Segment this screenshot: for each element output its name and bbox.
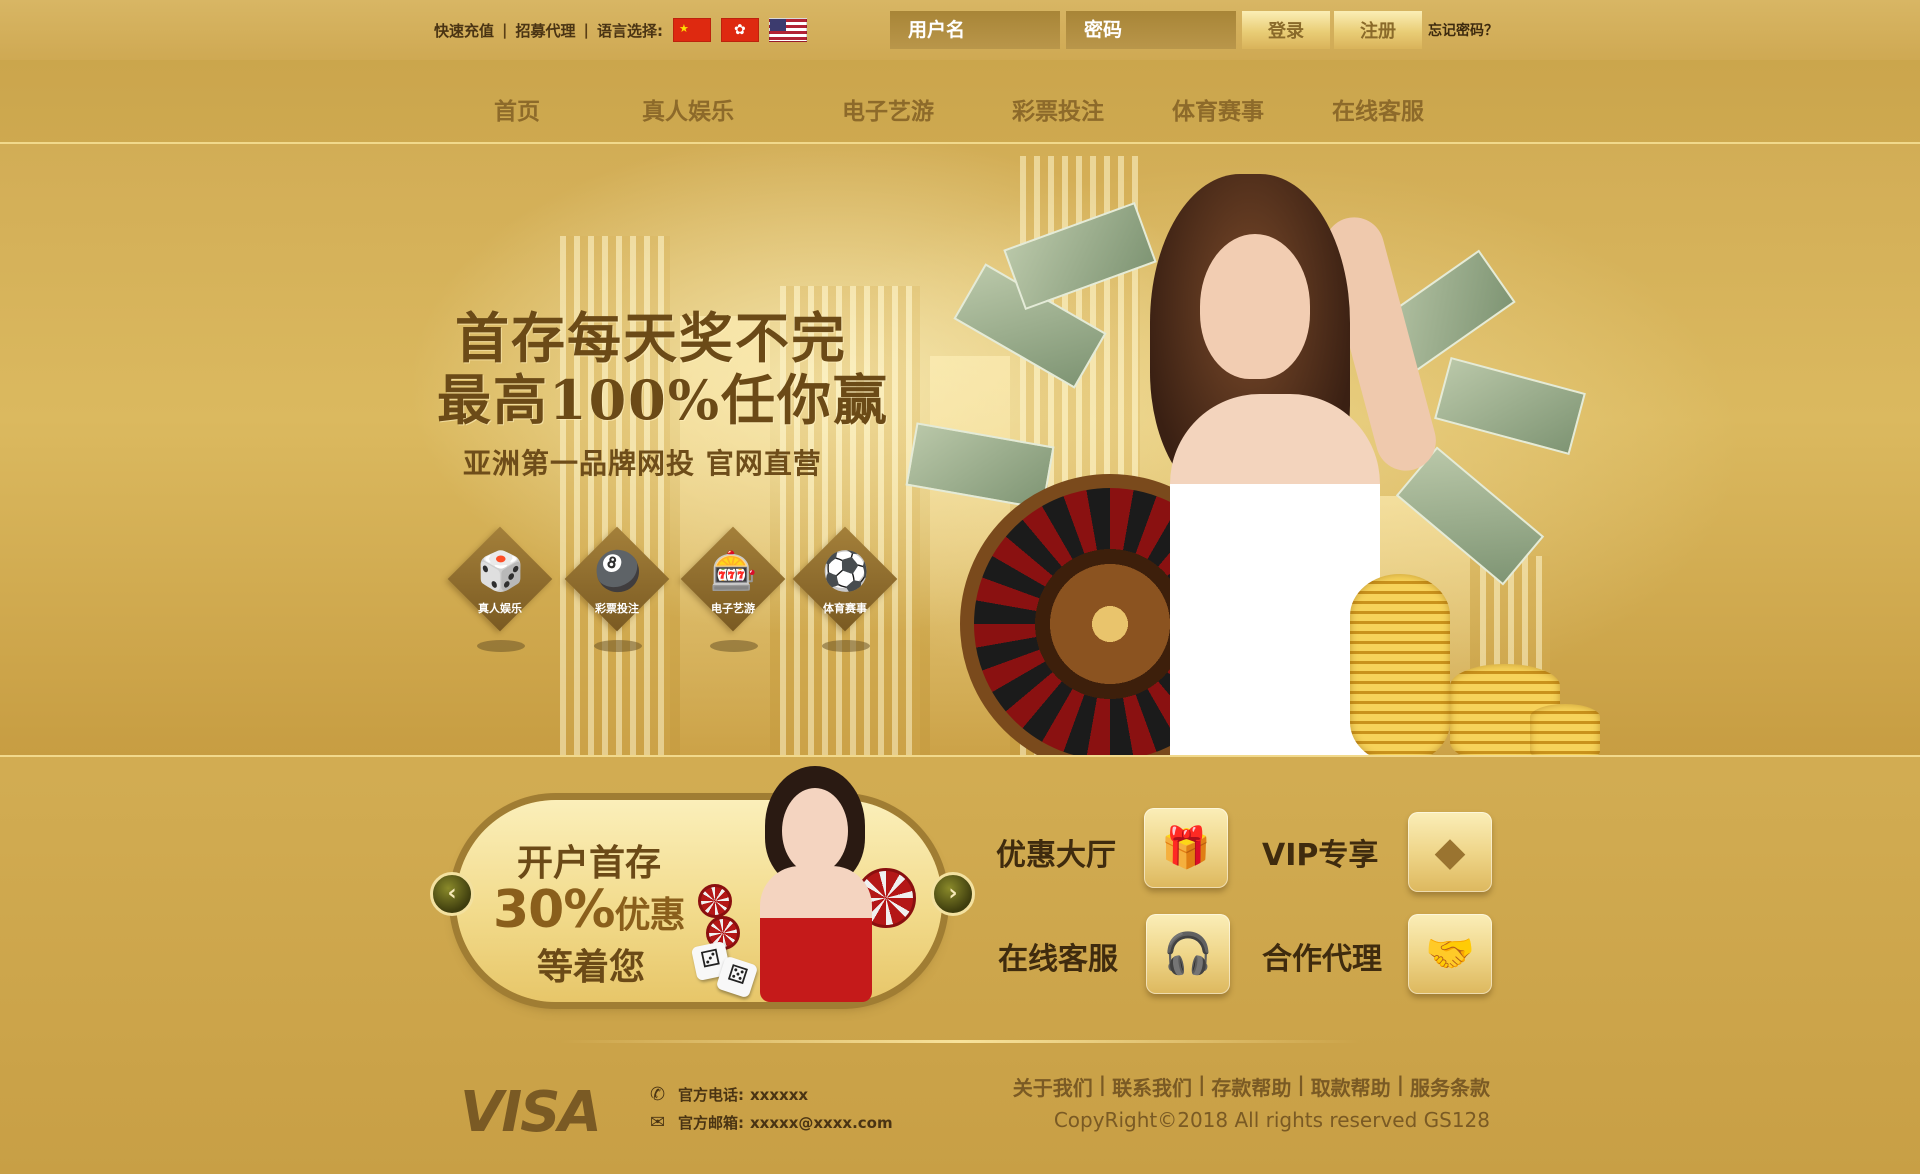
casino-chip-graphic [698, 884, 732, 918]
username-input[interactable] [890, 11, 1060, 49]
chevron-left-icon: ‹ [447, 881, 457, 906]
model-body [1170, 394, 1380, 756]
category-label: 体育赛事 [823, 602, 867, 615]
promo-text-3: 等着您 [537, 947, 646, 988]
handshake-icon: 🤝 [1425, 931, 1475, 977]
register-button[interactable]: 注册 [1334, 11, 1422, 49]
nav-sports[interactable]: 体育赛事 [1172, 92, 1264, 126]
category-label: 电子艺游 [711, 602, 755, 615]
headset-icon: 🎧 [1163, 931, 1213, 977]
section-divider [560, 1040, 1360, 1043]
coin-stack-graphic [1530, 704, 1600, 756]
separator: | [1098, 1072, 1107, 1096]
promo-model-face [782, 788, 848, 874]
banner-divider [0, 755, 1920, 757]
main-nav: 首页 真人娱乐 电子艺游 彩票投注 体育赛事 在线客服 [0, 60, 1920, 144]
promo-model-body [760, 866, 872, 1002]
top-bar: 快速充值 | 招募代理 | 语言选择: ★ ✿ 登录 注册 忘记密码？ [0, 0, 1920, 60]
cn-flag-icon[interactable]: ★ [673, 18, 711, 42]
footer-link-deposit-help[interactable]: 存款帮助 [1211, 1072, 1291, 1101]
diamond-shadow [822, 640, 870, 652]
banner-subheadline: 亚洲第一品牌网投 官网直营 [463, 447, 822, 480]
password-input[interactable] [1066, 11, 1236, 49]
footer-link-withdraw-help[interactable]: 取款帮助 [1311, 1072, 1391, 1101]
category-slots[interactable]: 🎰 电子艺游 [680, 526, 786, 664]
contact-email: ✉ 官方邮箱: xxxxx@xxxx.com [650, 1112, 893, 1133]
footer-link-about[interactable]: 关于我们 [1013, 1072, 1093, 1101]
nav-customer-service[interactable]: 在线客服 [1332, 92, 1424, 126]
online-service-button[interactable]: 🎧 [1146, 914, 1230, 994]
chevron-right-icon: › [948, 881, 958, 906]
diamond-shadow [710, 640, 758, 652]
promo-text-2: 30%优惠 [493, 880, 685, 940]
login-button[interactable]: 登录 [1242, 11, 1330, 49]
forgot-password-link[interactable]: 忘记密码？ [1428, 20, 1498, 40]
banknote-graphic [1434, 356, 1586, 456]
hk-flag-icon[interactable]: ✿ [721, 18, 759, 42]
email-value[interactable]: xxxxx@xxxx.com [750, 1114, 893, 1132]
separator: | [1297, 1072, 1305, 1096]
promo-discount: 优惠 [614, 895, 685, 936]
contact-phone: ✆ 官方电话: xxxxxx [650, 1084, 808, 1105]
diamond-shadow [477, 640, 525, 652]
diamond-shadow [594, 640, 642, 652]
gift-icon: 🎁 [1161, 825, 1211, 871]
category-sports[interactable]: ⚽ 体育赛事 [792, 526, 898, 664]
separator: | [1396, 1072, 1404, 1096]
coin-stack-graphic [1350, 574, 1450, 756]
login-form: 登录 注册 忘记密码？ [890, 11, 1498, 49]
quick-links: 快速充值 | 招募代理 | 语言选择: ★ ✿ [434, 18, 807, 42]
language-label: 语言选择: [597, 21, 663, 40]
promo-text-1: 开户首存 [517, 843, 662, 884]
nav-live-casino[interactable]: 真人娱乐 [642, 92, 734, 126]
banner-headline-2: 最高100%任你赢 [437, 368, 890, 432]
phone-label: 官方电话: [678, 1086, 744, 1104]
agent-partner-button[interactable]: 🤝 [1408, 914, 1492, 994]
us-flag-icon[interactable] [769, 18, 807, 42]
separator: | [1198, 1072, 1206, 1096]
category-lottery[interactable]: 🎱 彩票投注 [564, 526, 670, 664]
email-icon: ✉ [650, 1112, 666, 1133]
page: 快速充值 | 招募代理 | 语言选择: ★ ✿ 登录 注册 忘记密码？ 首页 真… [0, 0, 1920, 1174]
footer-links: 关于我们 | 联系我们 | 存款帮助 | 取款帮助 | 服务条款 [1013, 1072, 1490, 1101]
promotions-hall-label[interactable]: 优惠大厅 [996, 830, 1116, 874]
category-label: 真人娱乐 [478, 602, 522, 615]
copyright-text: CopyRight©2018 All rights reserved GS128 [1053, 1108, 1490, 1132]
footer-link-contact[interactable]: 联系我们 [1112, 1072, 1192, 1101]
recruit-agent-link[interactable]: 招募代理 [516, 20, 576, 41]
vip-button[interactable]: ◆ [1408, 812, 1492, 892]
visa-logo: VISA [460, 1080, 602, 1145]
agent-partner-label[interactable]: 合作代理 [1262, 934, 1382, 978]
category-live-casino[interactable]: 🎲 真人娱乐 [447, 526, 553, 664]
nav-home[interactable]: 首页 [494, 92, 540, 126]
carousel-prev-button[interactable]: ‹ [430, 872, 474, 916]
carousel-next-button[interactable]: › [931, 872, 975, 916]
quick-deposit-link[interactable]: 快速充值 [434, 20, 494, 41]
soccer-ball-icon: ⚽ [822, 549, 870, 593]
phone-value: xxxxxx [750, 1085, 809, 1104]
diamond-icon: ◆ [1434, 829, 1466, 875]
promo-model-photo [740, 766, 890, 1002]
nav-slots[interactable]: 电子艺游 [842, 92, 934, 126]
dice-icon: 🎲 [477, 549, 525, 593]
footer-link-terms[interactable]: 服务条款 [1410, 1072, 1490, 1101]
promotions-hall-button[interactable]: 🎁 [1144, 808, 1228, 888]
slot-machine-icon: 🎰 [710, 549, 758, 593]
category-label: 彩票投注 [595, 602, 639, 615]
email-label: 官方邮箱: [678, 1114, 744, 1132]
separator: | [583, 21, 589, 39]
hero-banner: 首存每天奖不完 最高100%任你赢 亚洲第一品牌网投 官网直营 🎲 真人娱乐 🎱… [0, 144, 1920, 756]
online-service-label[interactable]: 在线客服 [998, 934, 1118, 978]
promo-percent: 30% [493, 880, 615, 940]
phone-icon: ✆ [650, 1084, 666, 1105]
lottery-ball-icon: 🎱 [594, 549, 642, 593]
model-face [1200, 234, 1310, 379]
vip-label[interactable]: VIP专享 [1262, 830, 1378, 874]
nav-lottery[interactable]: 彩票投注 [1012, 92, 1104, 126]
separator: | [502, 21, 508, 39]
